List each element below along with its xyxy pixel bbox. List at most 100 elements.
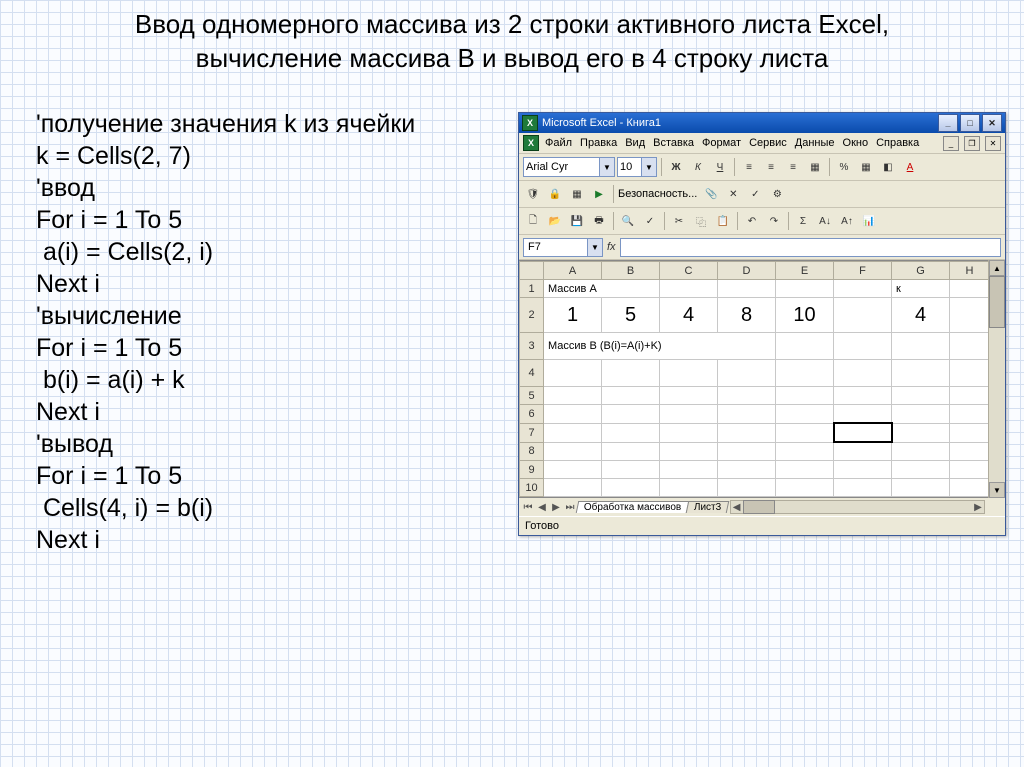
menu-file[interactable]: Файл [543,136,574,150]
cell[interactable]: Массив В (B(i)=A(i)+K) [544,333,776,360]
cell[interactable] [776,479,834,497]
underline-button[interactable]: Ч [710,157,730,177]
tool-icon4[interactable]: ⚙ [767,184,787,204]
cell[interactable] [718,387,776,405]
undo-button[interactable]: ↶ [742,211,762,231]
cut-button[interactable]: ✂ [669,211,689,231]
hscrollbar[interactable]: ◀ ▶ [730,500,985,514]
redo-button[interactable]: ↷ [764,211,784,231]
cell[interactable]: 8 [718,298,776,333]
security-icon2[interactable]: 🔒 [545,184,565,204]
row-head[interactable]: 10 [520,479,544,497]
tool-icon2[interactable]: ✕ [723,184,743,204]
align-left-button[interactable]: ≡ [739,157,759,177]
cell[interactable] [602,405,660,424]
sheet-tab-active[interactable]: Обработка массивов [576,501,690,513]
col-head[interactable]: G [892,262,950,280]
menu-tools[interactable]: Сервис [747,136,789,150]
cell[interactable]: 4 [892,298,950,333]
cell[interactable] [544,442,602,461]
tool-icon3[interactable]: ✓ [745,184,765,204]
select-all-corner[interactable] [520,262,544,280]
cell[interactable] [602,360,660,387]
open-button[interactable]: 📂 [545,211,565,231]
save-button[interactable]: 💾 [567,211,587,231]
paste-button[interactable]: 📋 [713,211,733,231]
italic-button[interactable]: К [688,157,708,177]
cell[interactable] [892,461,950,479]
cell[interactable] [660,280,718,298]
cell[interactable] [776,387,834,405]
vscrollbar[interactable]: ▲ ▼ [988,260,1005,498]
cell[interactable] [834,280,892,298]
cell[interactable] [950,461,990,479]
col-head[interactable]: F [834,262,892,280]
tab-prev-button[interactable]: ◀ [535,502,549,513]
cell[interactable] [892,442,950,461]
close-button[interactable]: ✕ [982,114,1002,132]
cell[interactable] [950,423,990,442]
tab-first-button[interactable]: ⏮ [521,502,535,513]
cell[interactable] [660,405,718,424]
cell[interactable] [660,442,718,461]
print-button[interactable]: 🖶 [589,211,609,231]
col-head[interactable]: H [950,262,990,280]
sort-desc-button[interactable]: A↑ [837,211,857,231]
align-center-button[interactable]: ≡ [761,157,781,177]
chart-button[interactable]: 📊 [859,211,879,231]
cell[interactable] [660,461,718,479]
cell[interactable] [660,360,718,387]
borders-button[interactable]: ▦ [856,157,876,177]
cell[interactable]: 1 [544,298,602,333]
cell[interactable] [776,405,834,424]
align-right-button[interactable]: ≡ [783,157,803,177]
menu-window[interactable]: Окно [841,136,871,150]
cell[interactable] [718,479,776,497]
doc-close-button[interactable]: ✕ [985,136,1001,151]
cell[interactable] [834,333,892,360]
cell[interactable] [660,387,718,405]
cell[interactable] [834,479,892,497]
sum-button[interactable]: Σ [793,211,813,231]
row-head[interactable]: 7 [520,423,544,442]
cell[interactable] [892,405,950,424]
cell[interactable] [892,387,950,405]
cell[interactable] [602,387,660,405]
maximize-button[interactable]: □ [960,114,980,132]
col-head[interactable]: A [544,262,602,280]
cell[interactable] [834,360,892,387]
cell[interactable] [602,461,660,479]
row-head[interactable]: 5 [520,387,544,405]
menu-view[interactable]: Вид [623,136,647,150]
merge-button[interactable]: ▦ [805,157,825,177]
cell[interactable] [544,387,602,405]
security-icon3[interactable]: ▦ [567,184,587,204]
cell[interactable] [776,333,834,360]
cell[interactable] [834,387,892,405]
cell[interactable] [602,479,660,497]
fill-color-button[interactable]: ◧ [878,157,898,177]
menu-help[interactable]: Справка [874,136,921,150]
doc-restore-button[interactable]: ❐ [964,136,980,151]
cell[interactable] [950,442,990,461]
cell[interactable] [834,461,892,479]
cell[interactable]: 5 [602,298,660,333]
menu-data[interactable]: Данные [793,136,837,150]
menu-insert[interactable]: Вставка [651,136,696,150]
cell[interactable] [718,461,776,479]
menu-edit[interactable]: Правка [578,136,619,150]
security-icon[interactable]: 🛡 [523,184,543,204]
cell[interactable] [718,405,776,424]
cell[interactable] [544,405,602,424]
cell[interactable] [544,360,602,387]
cell[interactable] [892,333,950,360]
new-button[interactable]: 🗋 [523,211,543,231]
cell[interactable] [718,442,776,461]
currency-button[interactable]: % [834,157,854,177]
doc-minimize-button[interactable]: _ [943,136,959,151]
cell[interactable] [602,423,660,442]
row-head[interactable]: 4 [520,360,544,387]
row-head[interactable]: 3 [520,333,544,360]
cell[interactable] [950,387,990,405]
worksheet-grid[interactable]: A B C D E F G H 1 Массив А к [519,260,989,497]
